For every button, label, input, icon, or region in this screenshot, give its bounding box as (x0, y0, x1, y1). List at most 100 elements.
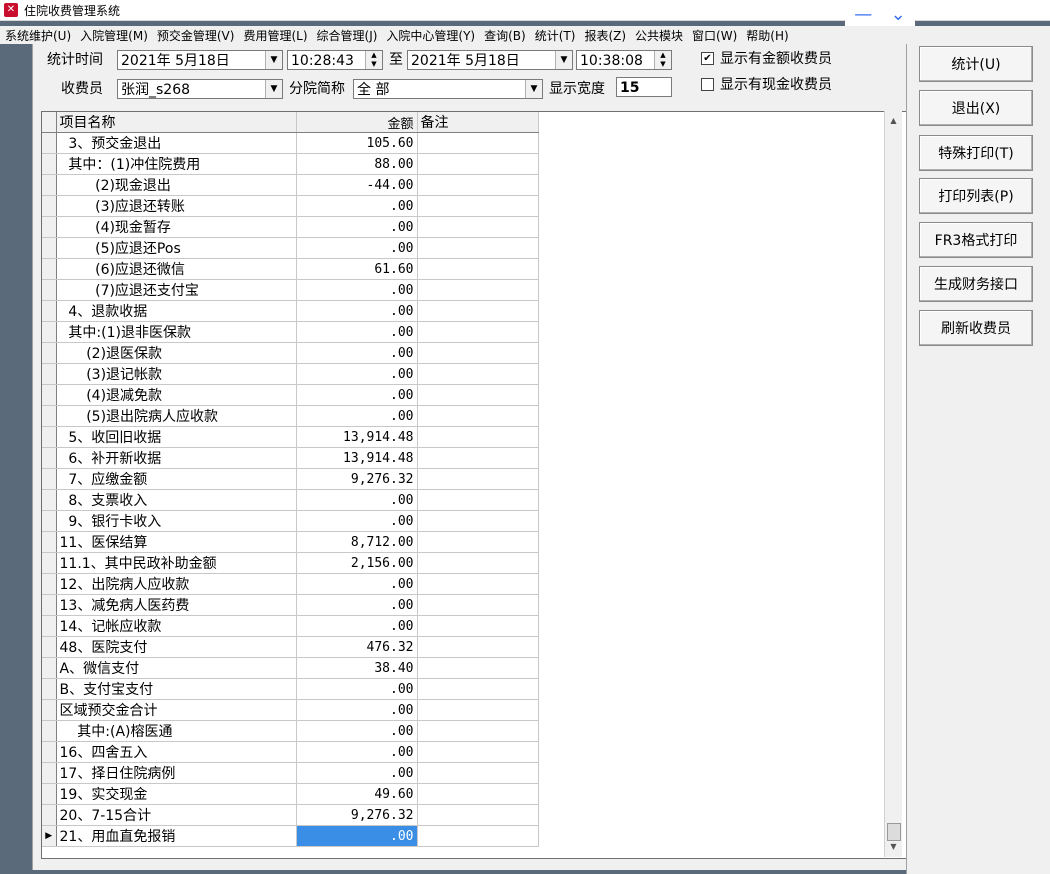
note-cell[interactable] (417, 132, 539, 154)
stat-button[interactable]: 统计(U) (919, 46, 1033, 82)
column-header[interactable]: 金额 (296, 112, 418, 133)
row-indicator[interactable] (42, 153, 57, 175)
row-indicator[interactable] (42, 615, 57, 637)
table-row[interactable]: 区域预交金合计 .00 (42, 699, 539, 721)
note-cell[interactable] (417, 741, 539, 763)
current-row-arrow-icon[interactable]: ▶ (42, 825, 57, 847)
table-row[interactable]: 7、应缴金额 9,276.32 (42, 468, 539, 490)
chevron-down-icon[interactable]: ▼ (265, 80, 282, 98)
note-cell[interactable] (417, 762, 539, 784)
row-indicator[interactable] (42, 216, 57, 238)
row-indicator[interactable] (42, 489, 57, 511)
menu-fees[interactable]: 费用管理(L) (238, 27, 311, 44)
row-indicator[interactable] (42, 174, 57, 196)
menu-common[interactable]: 公共模块 (630, 27, 687, 44)
row-indicator[interactable] (42, 762, 57, 784)
amount-cell[interactable]: .00 (296, 573, 418, 595)
amount-cell[interactable]: 8,712.00 (296, 531, 418, 553)
note-cell[interactable] (417, 720, 539, 742)
refresh-cashier-button[interactable]: 刷新收费员 (919, 310, 1033, 346)
note-cell[interactable] (417, 321, 539, 343)
row-indicator[interactable] (42, 132, 57, 154)
amount-cell[interactable]: 88.00 (296, 153, 418, 175)
amount-cell[interactable]: .00 (296, 300, 418, 322)
note-cell[interactable] (417, 699, 539, 721)
note-cell[interactable] (417, 195, 539, 217)
item-name-cell[interactable]: 其中：(1)冲住院费用 (56, 153, 297, 175)
table-row[interactable]: 4、退款收据 .00 (42, 300, 539, 322)
amount-cell[interactable]: .00 (296, 405, 418, 427)
note-cell[interactable] (417, 153, 539, 175)
time-from-spinner[interactable]: 10:28:43 ▲ ▼ (287, 50, 383, 70)
table-row[interactable]: (3)应退还转账 .00 (42, 195, 539, 217)
item-name-cell[interactable]: 其中:(1)退非医保款 (56, 321, 297, 343)
note-cell[interactable] (417, 594, 539, 616)
table-row[interactable]: 3、预交金退出 105.60 (42, 132, 539, 154)
table-row[interactable]: 14、记帐应收款 .00 (42, 615, 539, 637)
amount-cell[interactable]: 38.40 (296, 657, 418, 679)
note-cell[interactable] (417, 216, 539, 238)
report-grid[interactable]: 项目名称 金额 备注 3、预交金退出 105.60 其中：(1)冲住院费用 88.00 … (41, 111, 909, 859)
item-name-cell[interactable]: (5)退出院病人应收款 (56, 405, 297, 427)
note-cell[interactable] (417, 384, 539, 406)
note-cell[interactable] (417, 552, 539, 574)
note-cell[interactable] (417, 300, 539, 322)
print-list-button[interactable]: 打印列表(P) (919, 178, 1033, 214)
item-name-cell[interactable]: (4)退减免款 (56, 384, 297, 406)
amount-cell[interactable]: .00 (296, 510, 418, 532)
column-header[interactable]: 项目名称 (56, 112, 297, 133)
item-name-cell[interactable]: (3)退记帐款 (56, 363, 297, 385)
table-row[interactable]: 48、医院支付 476.32 (42, 636, 539, 658)
table-row[interactable]: (4)现金暂存 .00 (42, 216, 539, 238)
date-to-picker[interactable]: 2021年 5月18日 ▼ (407, 50, 573, 70)
note-cell[interactable] (417, 615, 539, 637)
spin-arrows-icon[interactable]: ▲ ▼ (365, 51, 382, 69)
table-row[interactable]: 17、择日住院病例 .00 (42, 762, 539, 784)
item-name-cell[interactable]: B、支付宝支付 (56, 678, 297, 700)
note-cell[interactable] (417, 342, 539, 364)
note-cell[interactable] (417, 174, 539, 196)
menu-window[interactable]: 窗口(W) (687, 27, 741, 44)
amount-cell[interactable]: 13,914.48 (296, 426, 418, 448)
amount-cell[interactable]: 9,276.32 (296, 468, 418, 490)
amount-cell[interactable]: .00 (296, 594, 418, 616)
row-indicator[interactable] (42, 594, 57, 616)
item-name-cell[interactable]: 21、用血直免报销 (56, 825, 297, 847)
chevron-down-icon[interactable]: ▼ (525, 80, 542, 98)
note-cell[interactable] (417, 489, 539, 511)
item-name-cell[interactable]: 11.1、其中民政补助金额 (56, 552, 297, 574)
spin-arrows-icon[interactable]: ▲ ▼ (654, 51, 671, 69)
note-cell[interactable] (417, 279, 539, 301)
amount-cell[interactable]: 476.32 (296, 636, 418, 658)
row-indicator[interactable] (42, 720, 57, 742)
table-row[interactable]: 12、出院病人应收款 .00 (42, 573, 539, 595)
menu-help[interactable]: 帮助(H) (741, 27, 792, 44)
row-indicator[interactable] (42, 678, 57, 700)
amount-cell[interactable]: .00 (296, 342, 418, 364)
item-name-cell[interactable]: 17、择日住院病例 (56, 762, 297, 784)
note-cell[interactable] (417, 783, 539, 805)
menu-general[interactable]: 综合管理(J) (312, 27, 382, 44)
chevron-down-icon[interactable]: ▼ (265, 51, 282, 69)
table-row[interactable]: 11.1、其中民政补助金额 2,156.00 (42, 552, 539, 574)
row-indicator[interactable] (42, 783, 57, 805)
branch-select[interactable]: 全 部 ▼ (353, 79, 543, 99)
amount-cell[interactable]: .00 (296, 489, 418, 511)
table-row[interactable]: 其中：(1)冲住院费用 88.00 (42, 153, 539, 175)
item-name-cell[interactable]: (3)应退还转账 (56, 195, 297, 217)
amount-cell[interactable]: .00 (296, 237, 418, 259)
row-indicator[interactable] (42, 510, 57, 532)
amount-cell[interactable]: .00 (296, 279, 418, 301)
vertical-scrollbar[interactable]: ▲ ▼ (884, 111, 902, 857)
item-name-cell[interactable]: (4)现金暂存 (56, 216, 297, 238)
item-name-cell[interactable]: 区域预交金合计 (56, 699, 297, 721)
item-name-cell[interactable]: 3、预交金退出 (56, 132, 297, 154)
item-name-cell[interactable]: 19、实交现金 (56, 783, 297, 805)
checkbox-checked-icon[interactable]: ✔ (701, 51, 714, 65)
amount-cell[interactable]: .00 (296, 762, 418, 784)
item-name-cell[interactable]: (2)退医保款 (56, 342, 297, 364)
row-indicator[interactable] (42, 384, 57, 406)
menu-deposit[interactable]: 预交金管理(V) (152, 27, 239, 44)
table-row[interactable]: 其中:(1)退非医保款 .00 (42, 321, 539, 343)
exit-button[interactable]: 退出(X) (919, 90, 1033, 126)
